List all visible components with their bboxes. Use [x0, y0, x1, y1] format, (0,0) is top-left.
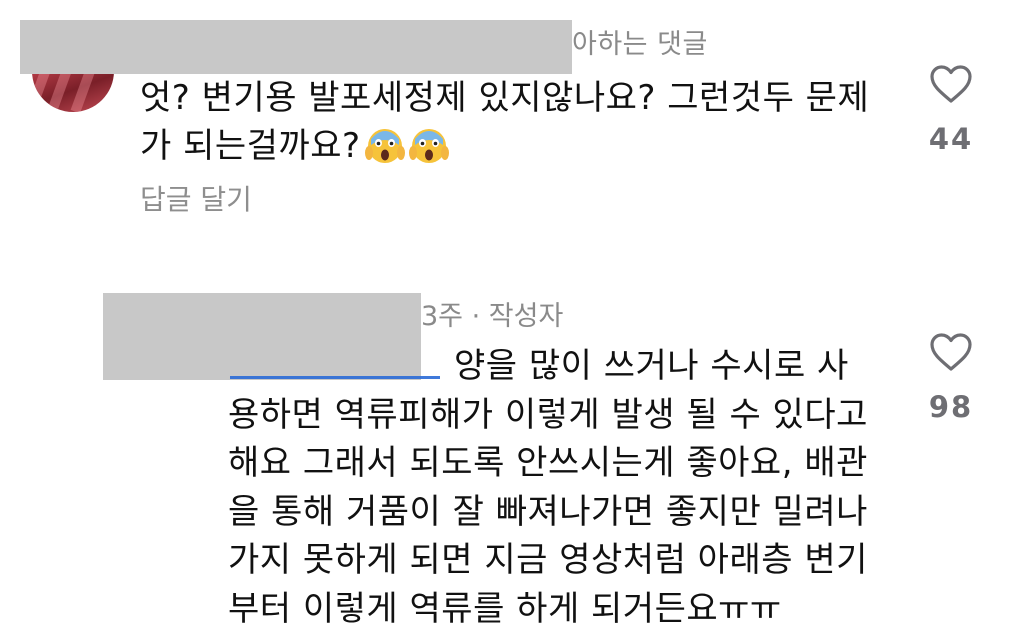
- comment-text: 엇? 변기용 발포세정제 있지않나요? 그런것두 문제가 되는걸까요?: [140, 78, 870, 166]
- like-control: 44: [928, 64, 974, 156]
- like-count: 98: [928, 390, 974, 424]
- like-control: 98: [928, 332, 974, 424]
- reply-button[interactable]: 답글 달기: [140, 182, 252, 218]
- like-count: 44: [928, 122, 974, 156]
- scream-emoji-icon: [408, 129, 449, 163]
- comment: 아하는 댓글 엇? 변기용 발포세정제 있지않나요? 그런것두 문제가 되는걸까…: [0, 0, 1024, 250]
- redacted-username: [20, 20, 572, 74]
- scream-emoji-icon: [364, 129, 405, 163]
- comment-meta: 아하는 댓글: [572, 29, 708, 60]
- heart-outline-icon[interactable]: [929, 332, 973, 372]
- comment: 3주 · 작성자 양을 많이 쓰거나 수시로 사용하면 역류피해가 이렇게 발생…: [0, 280, 1024, 629]
- comment-text-block: 엇? 변기용 발포세정제 있지않나요? 그런것두 문제가 되는걸까요?: [140, 74, 900, 170]
- comment-meta: 3주 · 작성자: [421, 301, 564, 332]
- comment-text: 양을 많이 쓰거나 수시로 사용하면 역류피해가 이렇게 발생 될 수 있다고 …: [228, 346, 868, 629]
- comment-text-block: 양을 많이 쓰거나 수시로 사용하면 역류피해가 이렇게 발생 될 수 있다고 …: [228, 342, 878, 633]
- heart-outline-icon[interactable]: [929, 64, 973, 104]
